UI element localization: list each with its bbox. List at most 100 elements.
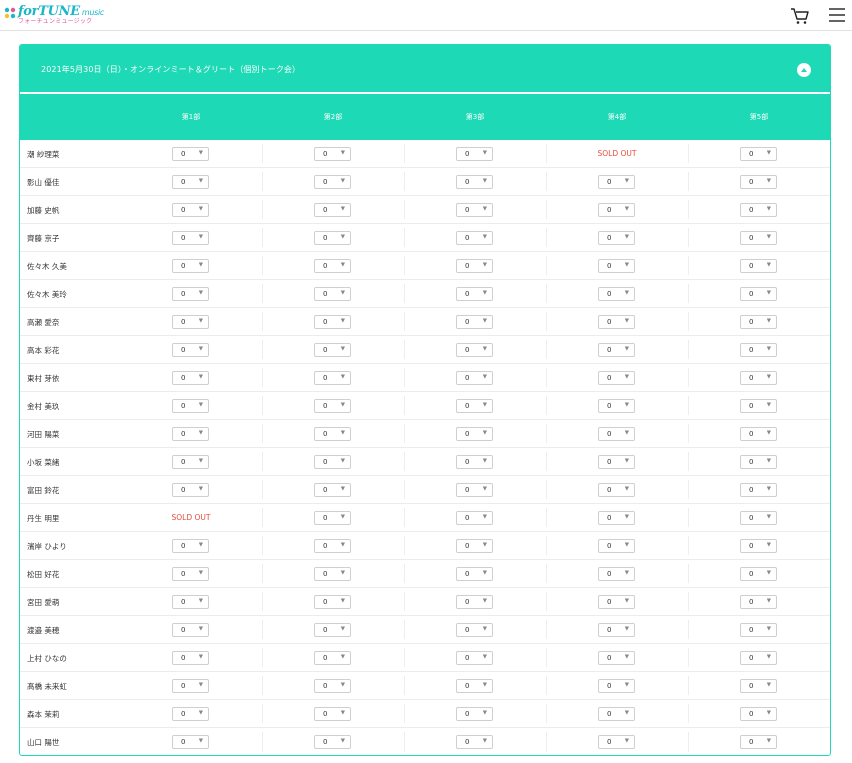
quantity-select[interactable]: 0 ▼ (314, 259, 351, 273)
quantity-select[interactable]: 0 ▼ (172, 595, 209, 609)
quantity-select[interactable]: 0 ▼ (172, 651, 209, 665)
quantity-select[interactable]: 0 ▼ (598, 595, 635, 609)
quantity-select[interactable]: 0 ▼ (172, 707, 209, 721)
quantity-select[interactable]: 0 ▼ (598, 623, 635, 637)
quantity-select[interactable]: 0 ▼ (740, 707, 777, 721)
quantity-select[interactable]: 0 ▼ (172, 259, 209, 273)
quantity-select[interactable]: 0 ▼ (740, 343, 777, 357)
quantity-select[interactable]: 0 ▼ (740, 651, 777, 665)
quantity-select[interactable]: 0 ▼ (456, 679, 493, 693)
quantity-select[interactable]: 0 ▼ (598, 203, 635, 217)
quantity-select[interactable]: 0 ▼ (598, 399, 635, 413)
quantity-select[interactable]: 0 ▼ (314, 203, 351, 217)
quantity-select[interactable]: 0 ▼ (740, 315, 777, 329)
quantity-select[interactable]: 0 ▼ (598, 651, 635, 665)
quantity-select[interactable]: 0 ▼ (456, 371, 493, 385)
quantity-select[interactable]: 0 ▼ (172, 623, 209, 637)
quantity-select[interactable]: 0 ▼ (740, 539, 777, 553)
quantity-select[interactable]: 0 ▼ (598, 427, 635, 441)
quantity-select[interactable]: 0 ▼ (456, 651, 493, 665)
quantity-select[interactable]: 0 ▼ (314, 343, 351, 357)
quantity-select[interactable]: 0 ▼ (740, 259, 777, 273)
quantity-select[interactable]: 0 ▼ (740, 231, 777, 245)
quantity-select[interactable]: 0 ▼ (456, 399, 493, 413)
quantity-select[interactable]: 0 ▼ (456, 707, 493, 721)
quantity-select[interactable]: 0 ▼ (172, 231, 209, 245)
quantity-select[interactable]: 0 ▼ (598, 371, 635, 385)
quantity-select[interactable]: 0 ▼ (172, 455, 209, 469)
quantity-select[interactable]: 0 ▼ (314, 175, 351, 189)
quantity-select[interactable]: 0 ▼ (172, 483, 209, 497)
quantity-select[interactable]: 0 ▼ (598, 511, 635, 525)
quantity-select[interactable]: 0 ▼ (456, 427, 493, 441)
quantity-select[interactable]: 0 ▼ (740, 203, 777, 217)
quantity-select[interactable]: 0 ▼ (740, 567, 777, 581)
quantity-select[interactable]: 0 ▼ (598, 539, 635, 553)
quantity-select[interactable]: 0 ▼ (172, 203, 209, 217)
quantity-select[interactable]: 0 ▼ (598, 707, 635, 721)
quantity-select[interactable]: 0 ▼ (172, 315, 209, 329)
quantity-select[interactable]: 0 ▼ (740, 427, 777, 441)
quantity-select[interactable]: 0 ▼ (314, 483, 351, 497)
quantity-select[interactable]: 0 ▼ (598, 735, 635, 749)
quantity-select[interactable]: 0 ▼ (456, 259, 493, 273)
quantity-select[interactable]: 0 ▼ (172, 735, 209, 749)
quantity-select[interactable]: 0 ▼ (598, 483, 635, 497)
quantity-select[interactable]: 0 ▼ (314, 707, 351, 721)
quantity-select[interactable]: 0 ▼ (172, 343, 209, 357)
quantity-select[interactable]: 0 ▼ (456, 315, 493, 329)
quantity-select[interactable]: 0 ▼ (456, 623, 493, 637)
quantity-select[interactable]: 0 ▼ (314, 735, 351, 749)
quantity-select[interactable]: 0 ▼ (740, 287, 777, 301)
quantity-select[interactable]: 0 ▼ (740, 735, 777, 749)
quantity-select[interactable]: 0 ▼ (314, 567, 351, 581)
quantity-select[interactable]: 0 ▼ (456, 231, 493, 245)
quantity-select[interactable]: 0 ▼ (314, 679, 351, 693)
quantity-select[interactable]: 0 ▼ (314, 651, 351, 665)
cart-button[interactable] (790, 7, 810, 25)
quantity-select[interactable]: 0 ▼ (598, 259, 635, 273)
quantity-select[interactable]: 0 ▼ (172, 539, 209, 553)
quantity-select[interactable]: 0 ▼ (740, 455, 777, 469)
quantity-select[interactable]: 0 ▼ (598, 315, 635, 329)
quantity-select[interactable]: 0 ▼ (598, 455, 635, 469)
quantity-select[interactable]: 0 ▼ (740, 679, 777, 693)
quantity-select[interactable]: 0 ▼ (314, 371, 351, 385)
quantity-select[interactable]: 0 ▼ (172, 175, 209, 189)
quantity-select[interactable]: 0 ▼ (598, 231, 635, 245)
quantity-select[interactable]: 0 ▼ (598, 287, 635, 301)
quantity-select[interactable]: 0 ▼ (456, 455, 493, 469)
quantity-select[interactable]: 0 ▼ (172, 399, 209, 413)
quantity-select[interactable]: 0 ▼ (598, 679, 635, 693)
quantity-select[interactable]: 0 ▼ (740, 147, 777, 161)
quantity-select[interactable]: 0 ▼ (314, 427, 351, 441)
quantity-select[interactable]: 0 ▼ (456, 539, 493, 553)
quantity-select[interactable]: 0 ▼ (456, 567, 493, 581)
quantity-select[interactable]: 0 ▼ (456, 175, 493, 189)
event-panel-header[interactable]: 2021年5月30日（日）・オンラインミート＆グリート（個別トーク会） (20, 45, 830, 94)
quantity-select[interactable]: 0 ▼ (314, 511, 351, 525)
quantity-select[interactable]: 0 ▼ (456, 203, 493, 217)
quantity-select[interactable]: 0 ▼ (598, 343, 635, 357)
quantity-select[interactable]: 0 ▼ (314, 595, 351, 609)
quantity-select[interactable]: 0 ▼ (598, 567, 635, 581)
quantity-select[interactable]: 0 ▼ (456, 595, 493, 609)
quantity-select[interactable]: 0 ▼ (314, 147, 351, 161)
quantity-select[interactable]: 0 ▼ (456, 343, 493, 357)
quantity-select[interactable]: 0 ▼ (314, 455, 351, 469)
quantity-select[interactable]: 0 ▼ (598, 175, 635, 189)
menu-button[interactable] (828, 7, 846, 23)
quantity-select[interactable]: 0 ▼ (740, 511, 777, 525)
quantity-select[interactable]: 0 ▼ (172, 427, 209, 441)
quantity-select[interactable]: 0 ▼ (456, 511, 493, 525)
quantity-select[interactable]: 0 ▼ (740, 175, 777, 189)
quantity-select[interactable]: 0 ▼ (172, 679, 209, 693)
quantity-select[interactable]: 0 ▼ (172, 287, 209, 301)
fortune-music-logo[interactable]: forTUNE music フォーチュンミュージック (4, 5, 104, 27)
quantity-select[interactable]: 0 ▼ (314, 231, 351, 245)
quantity-select[interactable]: 0 ▼ (456, 287, 493, 301)
quantity-select[interactable]: 0 ▼ (314, 315, 351, 329)
quantity-select[interactable]: 0 ▼ (740, 595, 777, 609)
quantity-select[interactable]: 0 ▼ (314, 539, 351, 553)
quantity-select[interactable]: 0 ▼ (740, 483, 777, 497)
